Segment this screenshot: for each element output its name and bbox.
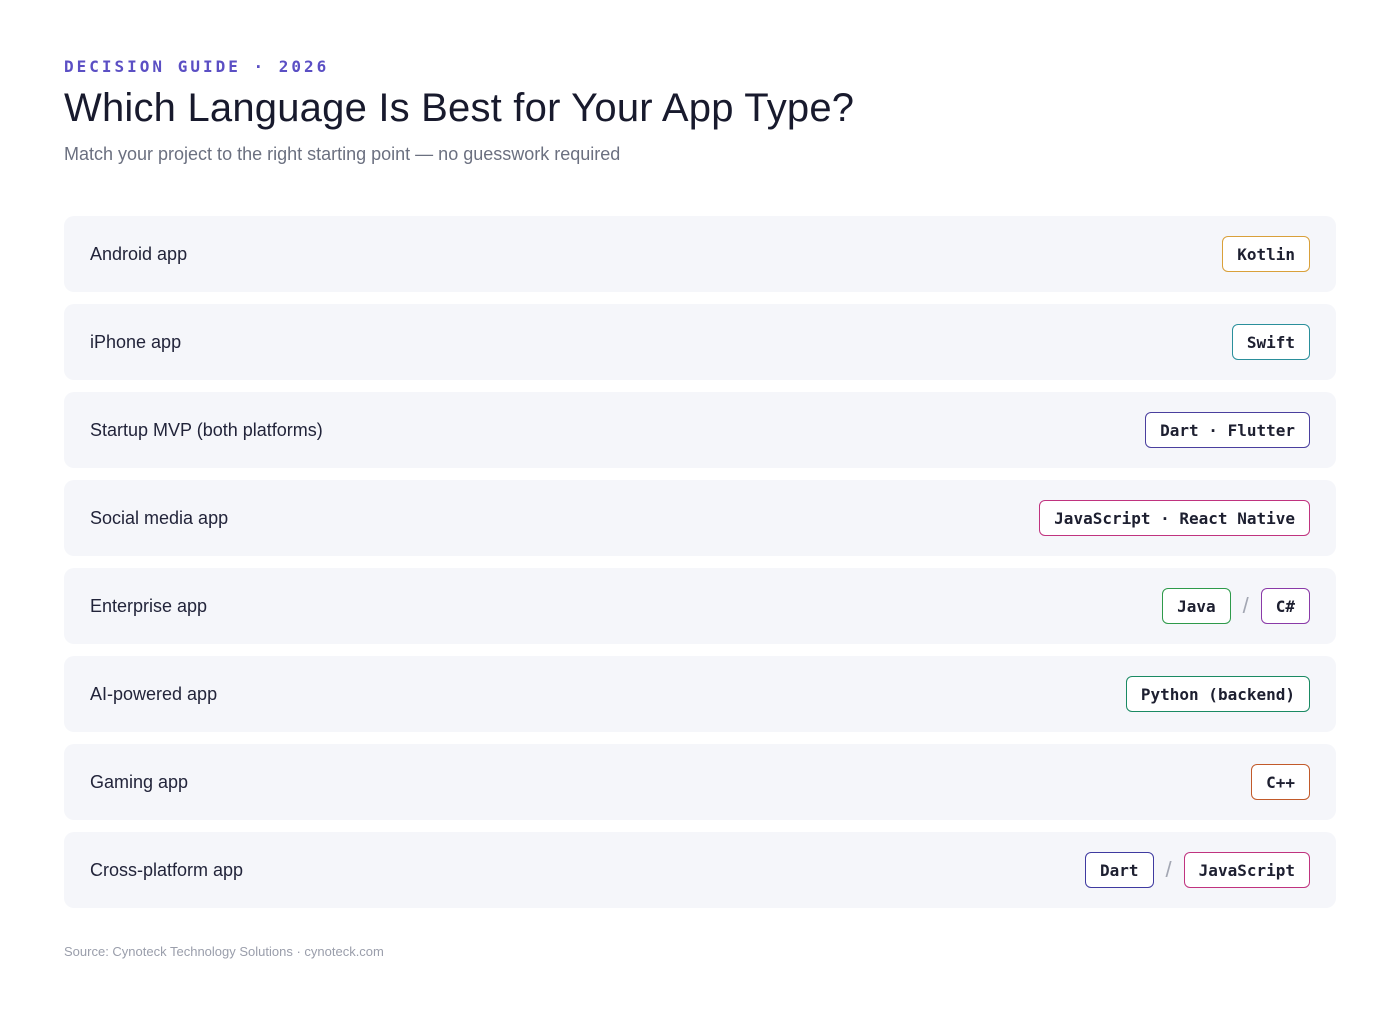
page-title: Which Language Is Best for Your App Type… [64,86,855,130]
language-tag: Swift [1231,324,1310,360]
language-tags: Swift [1231,324,1310,360]
list-item: Android app Kotlin [64,216,1336,292]
list-item: AI-powered app Python (backend) [64,656,1336,732]
list-item: Gaming app C++ [64,744,1336,820]
language-tags: C++ [1251,764,1310,800]
decision-guide-page: DECISION GUIDE · 2026 Which Language Is … [0,0,1400,1017]
language-tag: C# [1260,588,1310,624]
app-type-label: Social media app [90,507,229,528]
list-item: Cross-platform app Dart / JavaScript [64,832,1336,908]
language-tags: Dart / JavaScript [1085,852,1310,888]
language-tag: JavaScript · React Native [1039,500,1310,536]
list-item: Startup MVP (both platforms) Dart · Flutt… [64,392,1336,468]
language-tags: Java / C# [1162,588,1310,624]
list-item: iPhone app Swift [64,304,1336,380]
tag-separator: / [1242,593,1249,618]
list-item: Enterprise app Java / C# [64,568,1336,644]
language-tags: Python (backend) [1125,676,1310,712]
page-subtitle: Match your project to the right starting… [64,144,621,164]
app-type-list: Android app Kotlin iPhone app Swift Startup … [64,216,1336,920]
language-tag: Kotlin [1222,236,1310,272]
app-type-label: Cross-platform app [90,859,244,880]
language-tag: Java [1162,588,1231,624]
language-tags: Dart · Flutter [1145,412,1310,448]
source-note: Source: Cynoteck Technology Solutions · … [64,944,384,959]
app-type-label: Startup MVP (both platforms) [90,419,323,440]
language-tag: Dart · Flutter [1145,412,1310,448]
app-type-label: Android app [90,243,188,264]
language-tag: Dart [1085,852,1154,888]
language-tags: Kotlin [1222,236,1310,272]
list-item: Social media app JavaScript · React Nativ… [64,480,1336,556]
tag-separator: / [1165,857,1172,882]
app-type-label: iPhone app [90,331,182,352]
app-type-label: Enterprise app [90,595,208,616]
language-tag: C++ [1251,764,1310,800]
language-tag: JavaScript [1183,852,1310,888]
eyebrow-label: DECISION GUIDE · 2026 [64,57,330,76]
language-tags: JavaScript · React Native [1039,500,1310,536]
app-type-label: AI-powered app [90,683,218,704]
app-type-label: Gaming app [90,771,189,792]
language-tag: Python (backend) [1125,676,1310,712]
